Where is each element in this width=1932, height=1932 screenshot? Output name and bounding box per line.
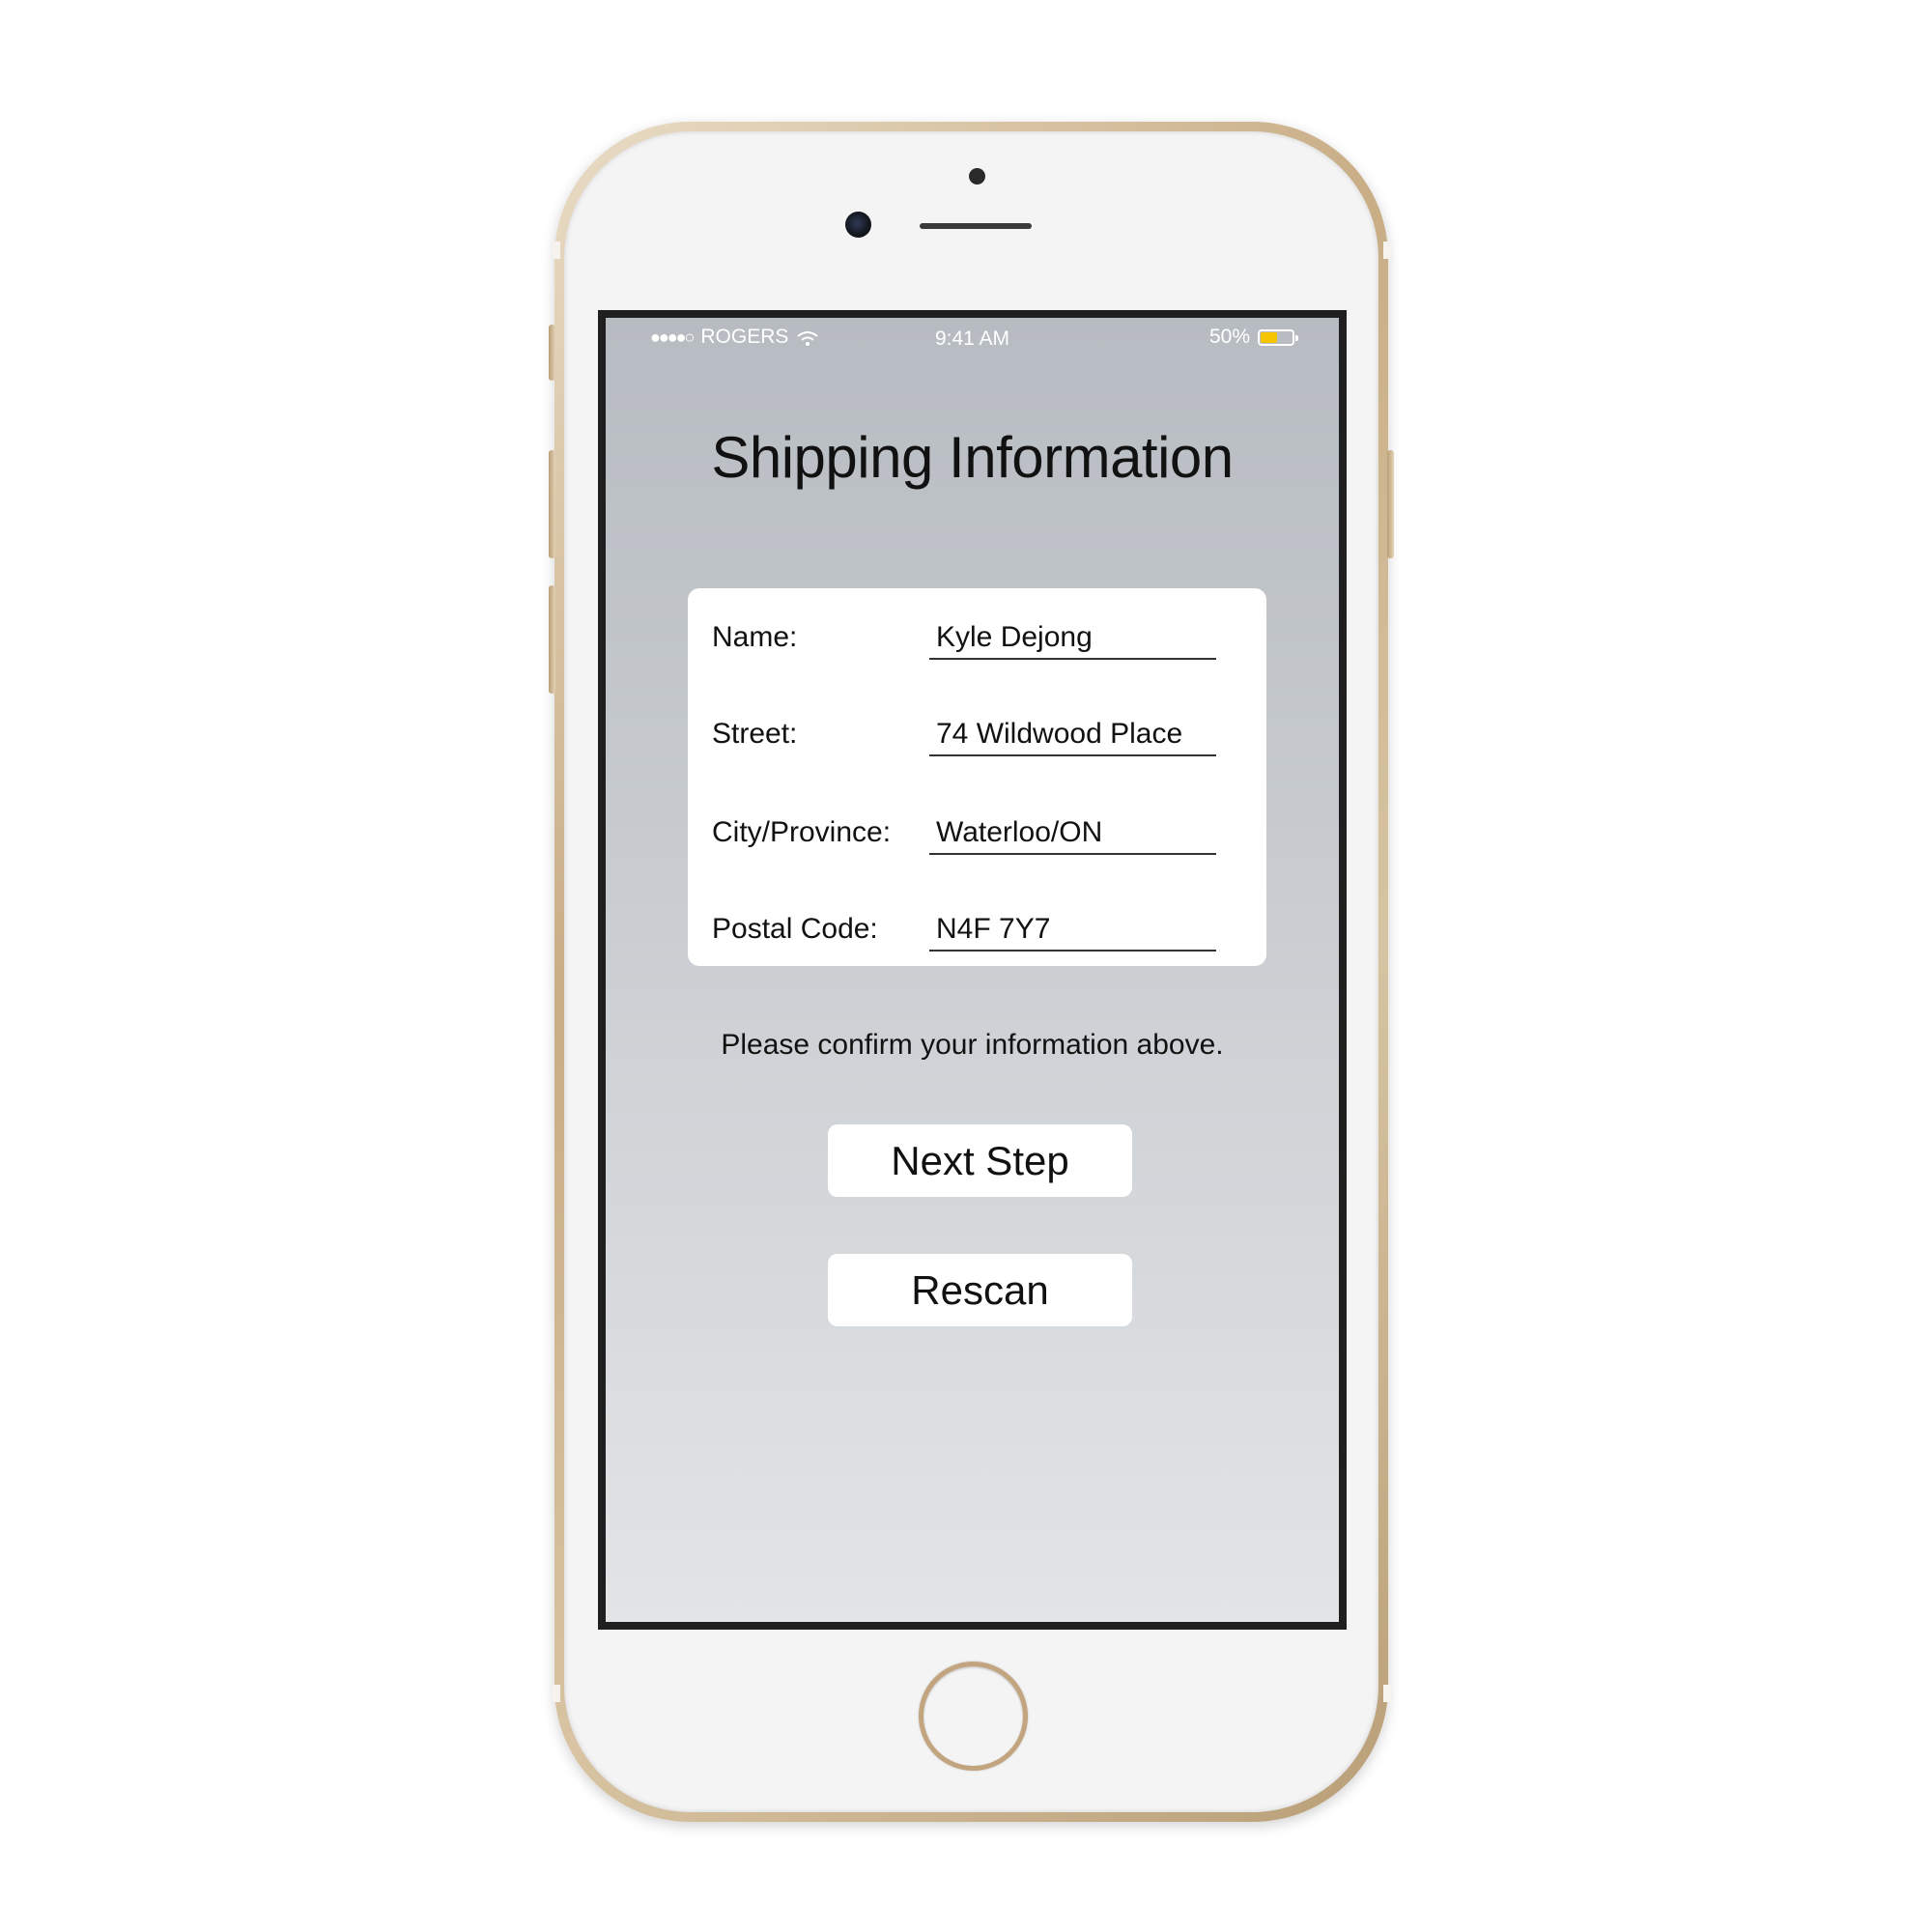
form-row-city-province: City/Province: Waterloo/ON — [688, 803, 1266, 861]
shipping-form-card: Name: Kyle Dejong Street: 74 Wildwood Pl… — [688, 588, 1266, 966]
postal-code-field[interactable]: N4F 7Y7 — [929, 905, 1216, 952]
power-button — [1387, 450, 1394, 558]
antenna-band — [553, 1685, 560, 1702]
name-field[interactable]: Kyle Dejong — [929, 613, 1216, 660]
street-label: Street: — [712, 718, 798, 750]
postal-code-label: Postal Code: — [712, 913, 878, 945]
antenna-band — [1383, 1685, 1391, 1702]
rescan-button[interactable]: Rescan — [828, 1254, 1132, 1326]
form-row-postal-code: Postal Code: N4F 7Y7 — [688, 899, 1266, 957]
earpiece-speaker — [920, 223, 1032, 229]
screen: ●●●●○ ROGERS 9:41 AM 50% Shipping Inform… — [606, 318, 1339, 1622]
city-province-field[interactable]: Waterloo/ON — [929, 809, 1216, 855]
antenna-band — [1383, 242, 1391, 259]
front-camera-icon — [845, 212, 871, 238]
battery-percent: 50% — [1208, 326, 1250, 348]
street-field[interactable]: 74 Wildwood Place — [929, 710, 1216, 756]
battery-icon — [1258, 328, 1298, 346]
mute-switch — [549, 325, 555, 381]
volume-down-button — [549, 585, 555, 694]
status-right: 50% — [1208, 326, 1298, 349]
name-label: Name: — [712, 621, 798, 653]
next-step-button[interactable]: Next Step — [828, 1124, 1132, 1197]
confirm-message: Please confirm your information above. — [721, 1029, 1224, 1061]
home-button[interactable] — [919, 1662, 1028, 1771]
proximity-sensor — [969, 168, 985, 185]
battery-fill — [1261, 331, 1277, 343]
antenna-band — [553, 242, 560, 259]
form-row-name: Name: Kyle Dejong — [688, 608, 1266, 666]
status-bar: ●●●●○ ROGERS 9:41 AM 50% — [606, 318, 1339, 356]
volume-up-button — [549, 450, 555, 558]
form-row-street: Street: 74 Wildwood Place — [688, 704, 1266, 762]
page-title: Shipping Information — [711, 425, 1234, 490]
city-province-label: City/Province: — [712, 816, 892, 848]
